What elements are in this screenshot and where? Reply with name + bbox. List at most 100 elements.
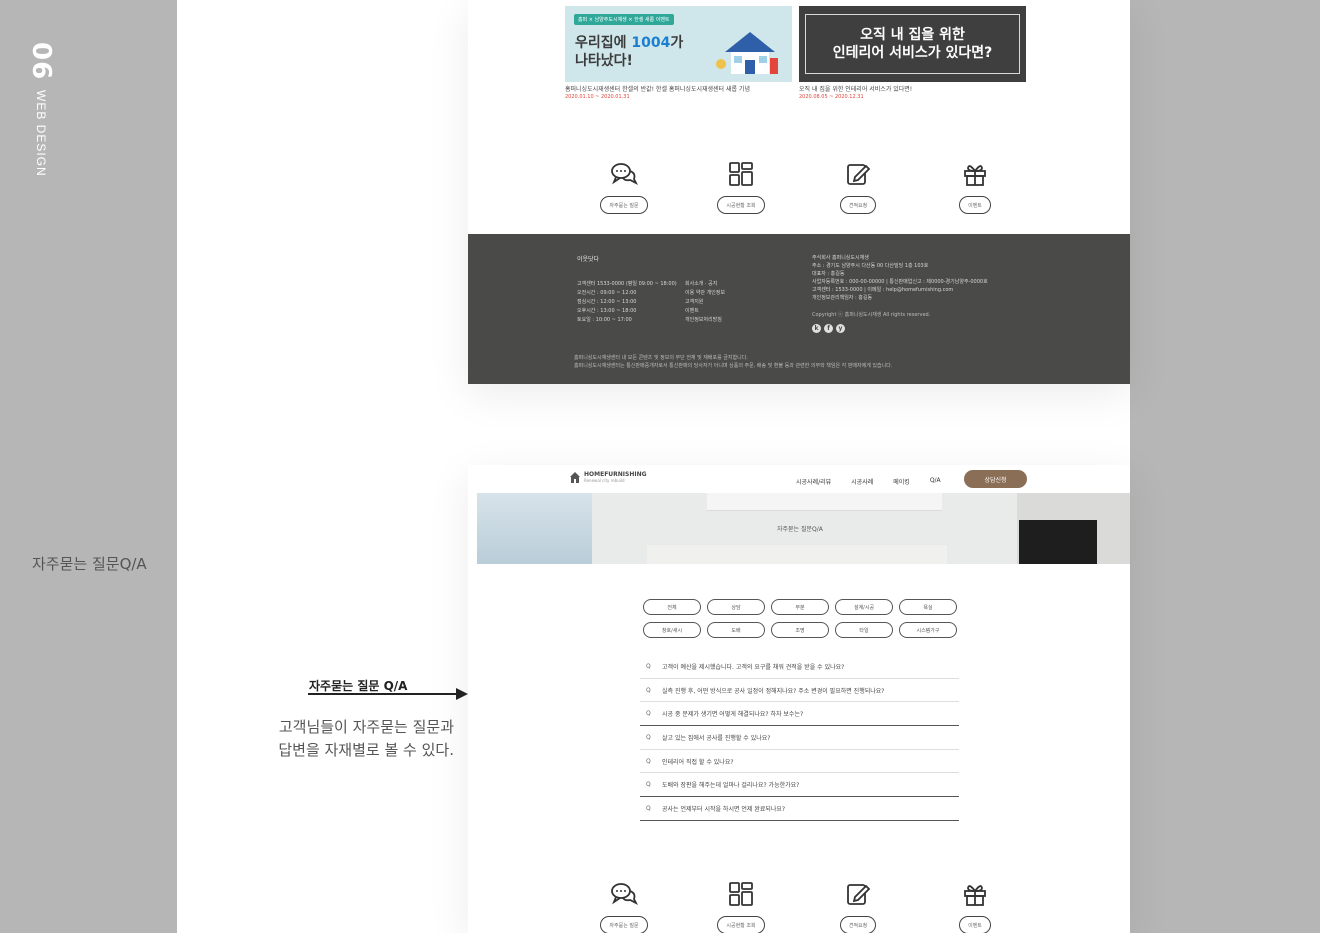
faq-q-marker: Q bbox=[646, 662, 651, 670]
footer-link[interactable]: 이용 약관 개인정보 bbox=[685, 289, 725, 298]
footer-link[interactable]: 고객지원 bbox=[685, 298, 725, 307]
faq-item[interactable]: Q 고객이 예산을 제시했습니다. 고객의 요구를 채워 견적을 받을 수 있나요… bbox=[640, 655, 959, 679]
event-banner-title-2: 오직 내 집을 위한 인테리어 서비스가 있다면? bbox=[832, 27, 993, 61]
grid-blocks-icon bbox=[726, 160, 756, 188]
facebook-icon[interactable]: f bbox=[824, 324, 833, 333]
youtube-icon[interactable]: y bbox=[836, 324, 845, 333]
section-label: 06 WEB DESIGN bbox=[26, 42, 56, 177]
category-pill[interactable]: 부분 bbox=[771, 599, 829, 615]
quick-button-status[interactable]: 시공현황 조회 bbox=[717, 196, 765, 214]
category-pill[interactable]: 창호/새시 bbox=[643, 622, 701, 638]
faq-item[interactable]: Q 공사는 언제부터 시작을 하시면 언제 완료되나요? bbox=[640, 797, 959, 821]
quick-item-faq[interactable]: 자주묻는 질문 bbox=[589, 880, 659, 933]
quick-button-event[interactable]: 이벤트 bbox=[959, 196, 991, 214]
quick-item-event[interactable]: 이벤트 bbox=[940, 160, 1010, 214]
quick-menu-bottom: 자주묻는 질문 시공현황 조회 견적요청 이벤트 bbox=[468, 880, 1130, 933]
event-tag: 홈퍼 × 남양주도시재생 × 한셀 새롭 이벤트 bbox=[574, 14, 674, 25]
hero-counter-image bbox=[647, 545, 947, 564]
faq-q-marker: Q bbox=[646, 781, 651, 789]
quick-item-event[interactable]: 이벤트 bbox=[940, 880, 1010, 933]
category-pill[interactable]: 타일 bbox=[835, 622, 893, 638]
nav-item[interactable]: 시공사례/리뷰 bbox=[796, 477, 831, 486]
quick-button-event[interactable]: 이벤트 bbox=[959, 916, 991, 933]
site-footer: 이웃닷다 고객센터 1533-0000 (평일 09:00 ~ 18:00) 오… bbox=[468, 234, 1130, 384]
category-pill[interactable]: 시스템가구 bbox=[899, 622, 957, 638]
site-logo[interactable]: HOMEFURNISHING Renewal city rebuild bbox=[569, 471, 647, 483]
quick-item-quote[interactable]: 견적요청 bbox=[823, 880, 893, 933]
faq-q-marker: Q bbox=[646, 757, 651, 765]
footer-company-info: 주식회사 홈퍼니싱도시재생 주소 : 경기도 남양주시 다산동 00 다산빌딩 … bbox=[812, 255, 988, 301]
section-title: WEB DESIGN bbox=[34, 90, 48, 177]
category-pill[interactable]: 상담 bbox=[707, 599, 765, 615]
event-caption-1[interactable]: 홈퍼니싱도시재생센터 한셀의 반값! 한셀 홈퍼니싱도시재생센터 새롭 기념 bbox=[565, 84, 750, 93]
quick-item-faq[interactable]: 자주묻는 질문 bbox=[589, 160, 659, 214]
category-pill[interactable]: 조명 bbox=[771, 622, 829, 638]
quick-button-status[interactable]: 시공현황 조회 bbox=[717, 916, 765, 933]
quick-button-quote[interactable]: 견적요청 bbox=[839, 916, 877, 933]
event-banner-title: 우리집에 1004가 나타났다! bbox=[575, 35, 684, 69]
footer-links: 회사소개 · 공지 이용 약관 개인정보 고객지원 이벤트 개인정보처리방침 bbox=[685, 280, 725, 325]
faq-item[interactable]: Q 인테리어 직접 할 수 있나요? bbox=[640, 750, 959, 774]
mockup-faq-page: HOMEFURNISHING Renewal city rebuild 시공사례… bbox=[468, 465, 1130, 933]
quick-button-faq[interactable]: 자주묻는 질문 bbox=[600, 196, 648, 214]
top-navigation: HOMEFURNISHING Renewal city rebuild 시공사례… bbox=[468, 465, 1130, 493]
house-logo-icon bbox=[570, 472, 580, 483]
quick-item-quote[interactable]: 견적요청 bbox=[823, 160, 893, 214]
hero-window-image bbox=[477, 493, 592, 564]
faq-item[interactable]: Q 실측 진행 후, 어떤 방식으로 공사 일정이 정해지나요? 주소 변경이 필… bbox=[640, 679, 959, 703]
category-pill[interactable]: 도배 bbox=[707, 622, 765, 638]
category-pill[interactable]: 전체 bbox=[643, 599, 701, 615]
faq-item[interactable]: Q 시공 중 문제가 생기면 어떻게 해결되나요? 하자 보수는? bbox=[640, 702, 959, 727]
faq-q-marker: Q bbox=[646, 733, 651, 741]
category-pill[interactable]: 설계/시공 bbox=[835, 599, 893, 615]
chat-bubbles-icon bbox=[609, 880, 639, 908]
event-banner-interior[interactable]: 오직 내 집을 위한 인테리어 서비스가 있다면? bbox=[799, 6, 1026, 82]
annotation-line bbox=[308, 693, 458, 695]
event-banner-1004[interactable]: 홈퍼 × 남양주도시재생 × 한셀 새롭 이벤트 우리집에 1004가 나타났다… bbox=[565, 6, 792, 82]
footer-link[interactable]: 회사소개 · 공지 bbox=[685, 280, 725, 289]
event-date-2: 2020.08.05 ~ 2020.12.31 bbox=[799, 94, 864, 100]
nav-menu: 시공사례/리뷰 시공사례 메이킹 Q/A bbox=[796, 477, 961, 486]
event-caption-2[interactable]: 오직 내 집을 위한 인테리어 서비스가 있다면! bbox=[799, 84, 912, 93]
kakao-icon[interactable]: k bbox=[812, 324, 821, 333]
faq-q-marker: Q bbox=[646, 804, 651, 812]
consult-button[interactable]: 상담신청 bbox=[964, 470, 1027, 488]
chat-bubbles-icon bbox=[609, 160, 639, 188]
gift-icon bbox=[960, 160, 990, 188]
hero-banner: 자주묻는 질문Q/A bbox=[477, 493, 1130, 564]
quick-button-quote[interactable]: 견적요청 bbox=[839, 196, 877, 214]
footer-copyright: Copyright ⓒ 홈퍼니싱도시재생 All rights reserved… bbox=[812, 312, 931, 318]
nav-item-qa[interactable]: Q/A bbox=[930, 477, 941, 486]
faq-item[interactable]: Q 살고 있는 집에서 공사를 진행할 수 있나요? bbox=[640, 726, 959, 750]
hero-cabinet-image bbox=[707, 493, 942, 511]
annotation-title: 자주묻는 질문 Q/A bbox=[309, 679, 408, 693]
gift-icon bbox=[960, 880, 990, 908]
footer-sns: k f y bbox=[812, 324, 845, 333]
footer-link[interactable]: 개인정보처리방침 bbox=[685, 316, 725, 325]
annotation-description: 고객님들이 자주묻는 질문과 답변을 자재별로 볼 수 있다. bbox=[278, 718, 454, 759]
quick-item-status[interactable]: 시공현황 조회 bbox=[706, 880, 776, 933]
hero-title: 자주묻는 질문Q/A bbox=[777, 526, 823, 533]
event-date-1: 2020.01.10 ~ 2020.01.31 bbox=[565, 94, 630, 100]
category-pill[interactable]: 욕실 bbox=[899, 599, 957, 615]
quick-item-status[interactable]: 시공현황 조회 bbox=[706, 160, 776, 214]
footer-hours: 고객센터 1533-0000 (평일 09:00 ~ 18:00) 오전시간 :… bbox=[577, 281, 677, 323]
faq-item[interactable]: Q 도배와 장판을 해주는데 얼마나 걸리나요? 가능한가요? bbox=[640, 773, 959, 798]
house-illustration-icon bbox=[716, 32, 778, 74]
quick-button-faq[interactable]: 자주묻는 질문 bbox=[600, 916, 648, 933]
nav-item[interactable]: 메이킹 bbox=[893, 477, 910, 486]
edit-note-icon bbox=[843, 160, 873, 188]
quick-menu-top: 자주묻는 질문 시공현황 조회 견적요청 이벤트 bbox=[468, 160, 1130, 220]
mockup-previous-section: 홈퍼 × 남양주도시재생 × 한셀 새롭 이벤트 우리집에 1004가 나타났다… bbox=[468, 0, 1130, 384]
section-number: 06 bbox=[26, 42, 56, 81]
edit-note-icon bbox=[843, 880, 873, 908]
footer-link[interactable]: 이벤트 bbox=[685, 307, 725, 316]
portfolio-page: 06 WEB DESIGN 자주묻는 질문Q/A 홈퍼 × 남양주도시재생 × … bbox=[0, 0, 1320, 933]
nav-item[interactable]: 시공사례 bbox=[851, 477, 873, 486]
grid-blocks-icon bbox=[726, 880, 756, 908]
footer-brand: 이웃닷다 bbox=[577, 256, 600, 263]
arrow-right-icon bbox=[456, 688, 468, 700]
faq-q-marker: Q bbox=[646, 686, 651, 694]
faq-list: Q 고객이 예산을 제시했습니다. 고객의 요구를 채워 견적을 받을 수 있나요… bbox=[640, 655, 959, 821]
faq-q-marker: Q bbox=[646, 710, 651, 718]
